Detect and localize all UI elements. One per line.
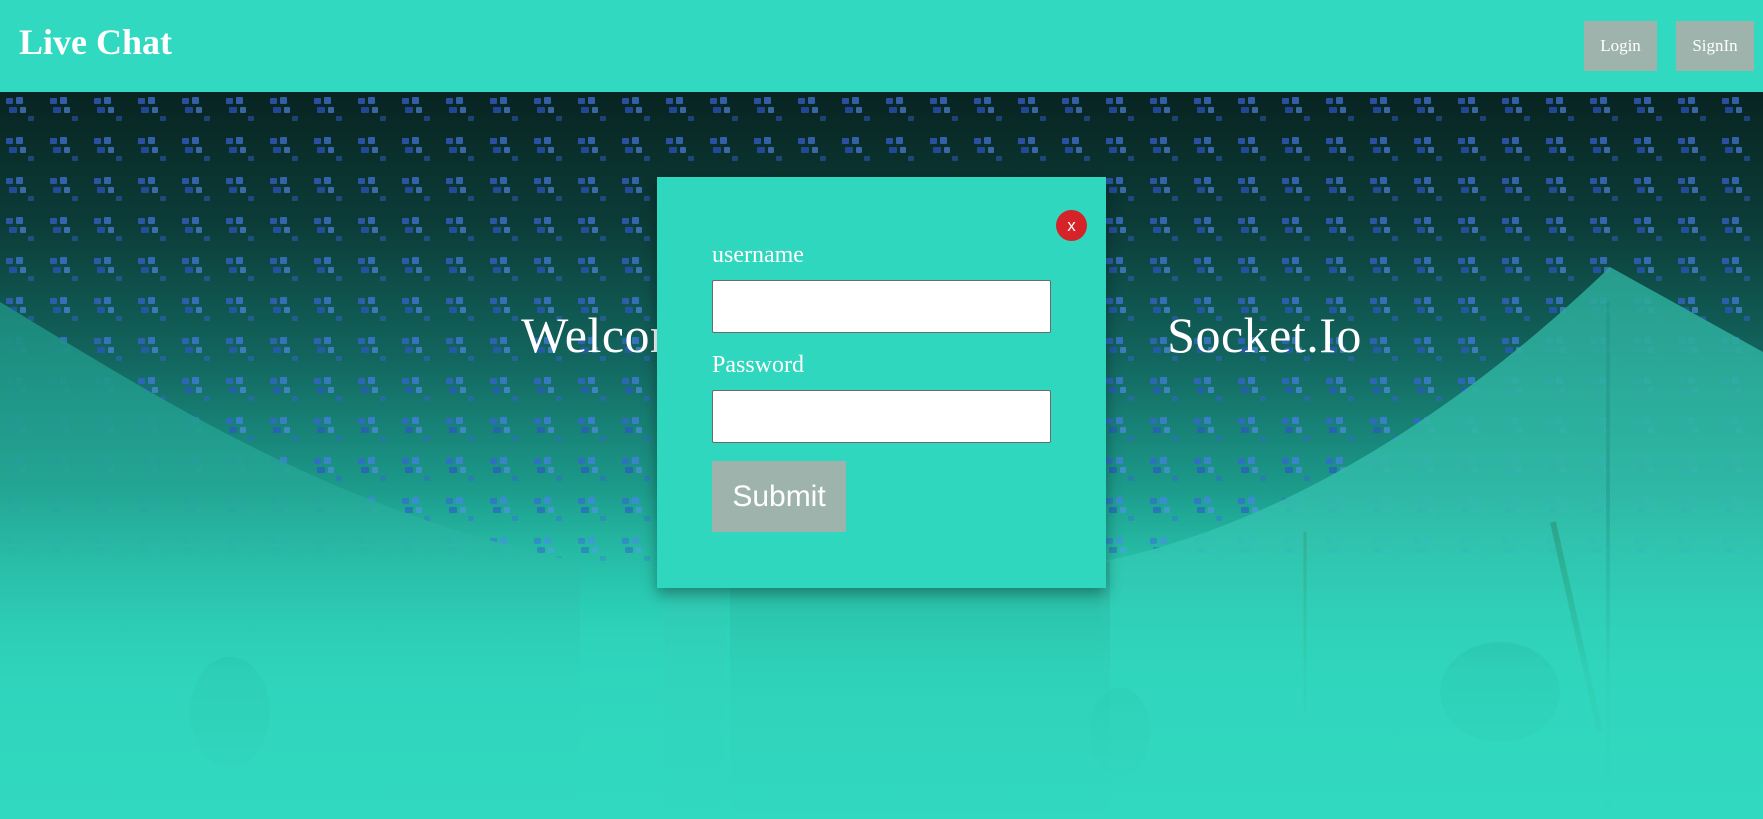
password-input[interactable] [712, 390, 1051, 443]
login-button[interactable]: Login [1584, 21, 1657, 71]
submit-button[interactable]: Submit [712, 461, 846, 532]
login-modal: x username Password Submit [657, 177, 1106, 588]
hero-title-right: Socket.Io [1167, 307, 1362, 363]
brand-title[interactable]: Live Chat [19, 24, 172, 60]
navbar: Live Chat Login SignIn [0, 0, 1763, 92]
username-input[interactable] [712, 280, 1051, 333]
close-button[interactable]: x [1056, 210, 1087, 241]
password-label: Password [712, 352, 805, 378]
page: Live Chat Login SignIn Welcome Socket.Io… [0, 0, 1763, 819]
username-label: username [712, 242, 804, 268]
signin-button[interactable]: SignIn [1676, 21, 1754, 71]
